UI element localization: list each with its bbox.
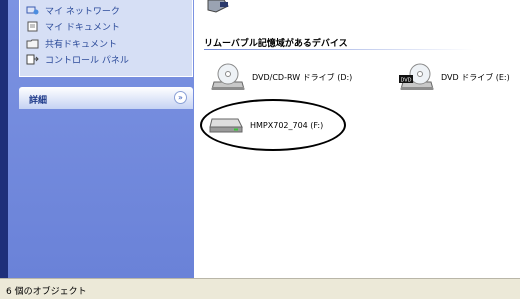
control-panel-icon (26, 54, 39, 65)
status-bar: 6 個のオブジェクト (0, 278, 520, 299)
shared-folder-icon (26, 39, 39, 49)
sidebar-item-my-documents[interactable]: マイ ドキュメント (26, 20, 120, 33)
sidebar-item-label: 共有ドキュメント (45, 40, 118, 50)
dvd-badge: DVD (400, 78, 411, 84)
sidebar-item-label: マイ ネットワーク (45, 7, 120, 17)
drive-item-dvd[interactable]: DVD DVD ドライブ (E:) (399, 62, 510, 92)
sidebar-item-my-network[interactable]: マイ ネットワーク (26, 4, 120, 17)
partial-icon (207, 0, 229, 13)
details-title: 詳細 (29, 96, 48, 106)
cd-drive-icon (211, 63, 245, 90)
highlight-ellipse (200, 99, 346, 151)
chevron-down-icon[interactable]: » (174, 91, 187, 104)
sidebar-item-control-panel[interactable]: コントロール パネル (26, 53, 129, 66)
drive-label: DVD/CD-RW ドライブ (D:) (252, 72, 353, 82)
network-icon (26, 6, 39, 15)
window-left-edge (0, 0, 8, 278)
sidebar-item-label: コントロール パネル (45, 56, 129, 66)
drive-label: DVD ドライブ (E:) (441, 72, 510, 82)
task-pane: マイ ネットワーク マイ ドキュメント 共有ドキュメント コントロール パネル … (8, 0, 194, 278)
section-title: リムーバブル記憶域があるデバイス (204, 39, 348, 49)
documents-folder-icon (27, 21, 38, 32)
drive-item-dvd-cdrw[interactable]: DVD/CD-RW ドライブ (D:) (210, 62, 352, 92)
dvd-drive-icon: DVD (399, 63, 434, 90)
section-divider (204, 49, 474, 50)
main-content: リムーバブル記憶域があるデバイス DVD/CD-RW ドライブ (D:) DVD… (194, 0, 520, 278)
status-text: 6 個のオブジェクト (6, 287, 87, 297)
sidebar-item-label: マイ ドキュメント (45, 23, 120, 33)
details-panel-header[interactable]: 詳細 » (19, 87, 193, 109)
sidebar-item-shared-documents[interactable]: 共有ドキュメント (26, 37, 117, 50)
